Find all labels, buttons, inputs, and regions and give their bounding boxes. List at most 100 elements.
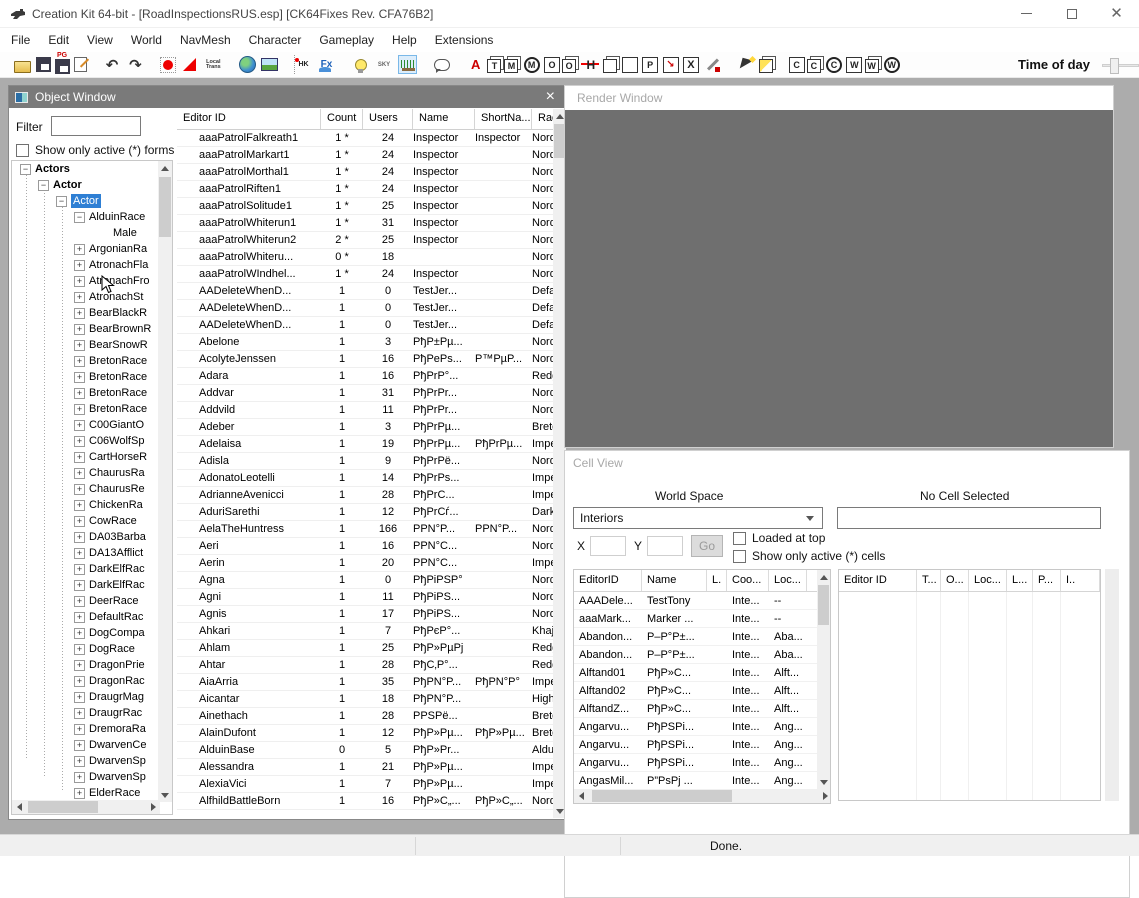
column-header[interactable]: Users: [363, 109, 413, 129]
preferences-icon[interactable]: [74, 57, 87, 72]
world-icon[interactable]: [238, 55, 257, 74]
tree-item[interactable]: BretonRace: [12, 385, 160, 401]
cell-row[interactable]: Alftand02 PђP»C... Inte... Alft...: [574, 682, 830, 700]
run-havok-sim-icon[interactable]: Fx: [317, 55, 336, 74]
lights-icon[interactable]: [351, 55, 370, 74]
PђPrP°...[interactable]: Adara 1 16 PђPrP°... Redgua: [177, 368, 566, 385]
menu-item[interactable]: Extensions: [426, 29, 503, 51]
column-header[interactable]: Count: [321, 109, 363, 129]
tree-item[interactable]: ArgonianRa: [12, 241, 160, 257]
tree-item[interactable]: AtronachFla: [12, 257, 160, 273]
close-button[interactable]: ✕: [1094, 0, 1139, 27]
tree-expander-icon[interactable]: [74, 452, 85, 463]
tree-item[interactable]: DraugrRac: [12, 705, 160, 721]
tree-item[interactable]: C00GiantO: [12, 417, 160, 433]
tree-expander-icon[interactable]: [74, 564, 85, 575]
P­PSPё...[interactable]: Ainethach 1 28 P­PSPё... BretonR: [177, 708, 566, 725]
PђPrCѓ...[interactable]: AduriSarethi 1 12 PђPrCѓ... DarkElf.: [177, 504, 566, 521]
tree-expander-icon[interactable]: [74, 708, 85, 719]
tree-item[interactable]: DA03Barba: [12, 529, 160, 545]
tree-item[interactable]: DragonRac: [12, 673, 160, 689]
landscape-edit-icon[interactable]: [261, 58, 278, 71]
tree-expander-icon[interactable]: [74, 612, 85, 623]
PђP»C„...[interactable]: AlfhildBattleBorn 1 16 PђP»C„... PђP»C„.…: [177, 793, 566, 810]
Inspector[interactable]: aaaPatrolWhiterun1 1 * 31 Inspector Nord…: [177, 215, 566, 232]
box-plain-icon[interactable]: [622, 57, 638, 73]
PђPєP°...[interactable]: Ahkari 1 7 PђPєP°... KhajiitR.: [177, 623, 566, 640]
PђPrC...[interactable]: AdrianneAvenicci 1 28 PђPrC... Imperial.: [177, 487, 566, 504]
render-viewport[interactable]: [565, 110, 1113, 447]
tree-expander-icon[interactable]: [74, 404, 85, 415]
grass-icon[interactable]: [398, 55, 417, 74]
tree-item[interactable]: AtronachSt: [12, 289, 160, 305]
circle-m-icon[interactable]: M: [524, 57, 540, 73]
cube-w-icon[interactable]: W: [865, 59, 879, 73]
PђC‚P°...[interactable]: Ahtar 1 28 PђC‚P°... Redgua: [177, 657, 566, 674]
PђPePs...[interactable]: AcolyteJenssen 1 16 PђPePs... P™PµP... N…: [177, 351, 566, 368]
tree-expander-icon[interactable]: [74, 244, 85, 255]
tree-item[interactable]: Actor: [12, 193, 160, 209]
cell-row[interactable]: Angarvu... PђPSPi... Inte... Ang...: [574, 718, 830, 736]
cell-row[interactable]: Abandon... P–P°P±... Inte... Aba...: [574, 628, 830, 646]
PђP»Pr...[interactable]: AlduinBase 0 5 PђP»Pr... AlduinR.: [177, 742, 566, 759]
Inspector[interactable]: aaaPatrolMarkart1 1 * 24 Inspector NordR…: [177, 147, 566, 164]
tree-item[interactable]: CowRace: [12, 513, 160, 529]
tree-hscrollbar[interactable]: [12, 800, 160, 814]
x-input[interactable]: [590, 536, 626, 556]
heightmap-icon[interactable]: A: [466, 55, 485, 74]
cube-plain-icon[interactable]: [603, 59, 617, 73]
tree-expander-icon[interactable]: [74, 420, 85, 431]
menu-item[interactable]: Gameplay: [310, 29, 383, 51]
tree-item[interactable]: CartHorseR: [12, 449, 160, 465]
TestJer...[interactable]: AADeleteWhenD... 1 0 TestJer... Default.…: [177, 283, 566, 300]
cell-row[interactable]: Abandon... P–P°P±... Inte... Aba...: [574, 646, 830, 664]
tree-item[interactable]: DwarvenCe: [12, 737, 160, 753]
tree-item[interactable]: Actors: [12, 161, 160, 177]
tree-expander-icon[interactable]: [74, 516, 85, 527]
box-x-icon[interactable]: X: [683, 57, 699, 73]
tree-expander-icon[interactable]: [56, 196, 67, 207]
tree-expander-icon[interactable]: [74, 660, 85, 671]
menu-item[interactable]: File: [2, 29, 39, 51]
object-window-titlebar[interactable]: Object Window ×: [9, 86, 565, 108]
loaded-at-top-checkbox[interactable]: [733, 532, 746, 545]
tree-item[interactable]: BearSnowR: [12, 337, 160, 353]
undo-icon[interactable]: ↶: [103, 55, 122, 74]
box-arrow-icon[interactable]: ↘: [663, 57, 679, 73]
tree-item[interactable]: DragonPrie: [12, 657, 160, 673]
y-input[interactable]: [647, 536, 683, 556]
PђPiPS...[interactable]: Agnis 1 17 PђPiPS... NordRa.: [177, 606, 566, 623]
tree-item[interactable]: ChaurusRe: [12, 481, 160, 497]
PђP»Pµ...[interactable]: Alessandra 1 21 PђP»Pµ... Imperial.: [177, 759, 566, 776]
tree-item[interactable]: DarkElfRac: [12, 577, 160, 593]
box-o-icon[interactable]: O: [544, 57, 560, 73]
Inspector[interactable]: aaaPatrolFalkreath1 1 * 24 Inspector Ins…: [177, 130, 566, 147]
column-header[interactable]: Loc...: [969, 570, 1007, 591]
tree-expander-icon[interactable]: [74, 372, 85, 383]
tree-expander-icon[interactable]: [74, 260, 85, 271]
cell-row[interactable]: AAADele... TestTony Inte... --: [574, 592, 830, 610]
tree-expander-icon[interactable]: [38, 180, 49, 191]
column-header[interactable]: Name: [413, 109, 475, 129]
tree-expander-icon[interactable]: [74, 740, 85, 751]
tree-expander-icon[interactable]: [74, 468, 85, 479]
P­PN°C...[interactable]: Aeri 1 16 P­PN°C... NordRa.: [177, 538, 566, 555]
tree-item[interactable]: DarkElfRac: [12, 561, 160, 577]
PђPrPr...[interactable]: Addvild 1 11 PђPrPr... NordRa.: [177, 402, 566, 419]
tree-expander-icon[interactable]: [74, 484, 85, 495]
tree-expander-icon[interactable]: [98, 228, 109, 239]
cube-m-icon[interactable]: M: [504, 59, 518, 73]
PђPiPS...[interactable]: Agni 1 11 PђPiPS... NordRa.: [177, 589, 566, 606]
box-w-icon[interactable]: W: [846, 57, 862, 73]
PђPrPё...[interactable]: Adisla 1 9 PђPrPё... NordRa.: [177, 453, 566, 470]
cell-row[interactable]: AlftandZ... PђP»C... Inte... Alft...: [574, 700, 830, 718]
tree-expander-icon[interactable]: [74, 644, 85, 655]
minimize-button[interactable]: [1004, 0, 1049, 27]
cells-hscrollbar[interactable]: [574, 789, 831, 803]
tree-item[interactable]: AtronachFro: [12, 273, 160, 289]
menu-item[interactable]: Edit: [39, 29, 78, 51]
tree-item[interactable]: DwarvenSp: [12, 753, 160, 769]
scroll-right-icon[interactable]: [146, 800, 160, 814]
PђP»PµPj[interactable]: Ahlam 1 25 PђP»PµPj Redgua: [177, 640, 566, 657]
world-space-dropdown[interactable]: Interiors: [573, 507, 823, 529]
